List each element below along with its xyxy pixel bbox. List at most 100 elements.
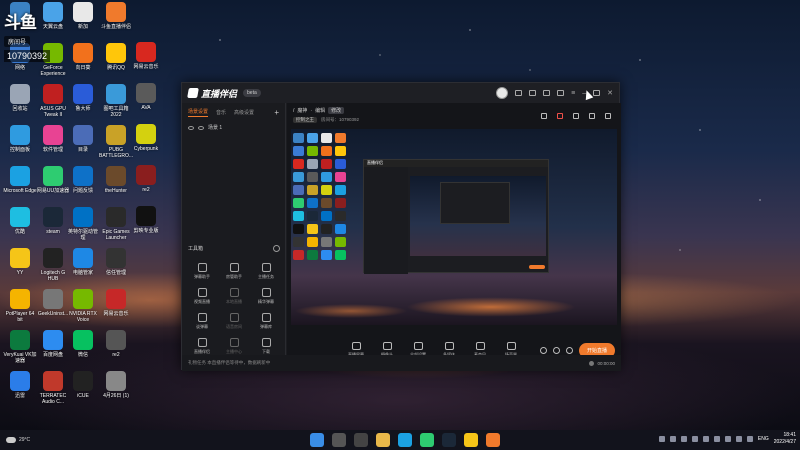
desktop-icon[interactable]: 4月26日 (1) xyxy=(99,371,133,399)
tool-item[interactable]: 主播任务 xyxy=(250,263,282,280)
window-titlebar[interactable]: 直播伴侣 beta ≡ – ✕ xyxy=(182,83,619,103)
toolbox-toggle-icon[interactable] xyxy=(273,245,280,252)
message-icon[interactable] xyxy=(529,90,537,96)
desktop-icon[interactable]: 斗鱼直播伴侣 xyxy=(99,2,133,30)
tab-advanced[interactable]: 高级设置 xyxy=(234,109,254,116)
tool-item[interactable]: 弹幕库 xyxy=(250,313,282,330)
tray-app-icon[interactable] xyxy=(713,436,720,442)
link-icon[interactable] xyxy=(605,113,611,119)
weather-widget[interactable]: 29°C xyxy=(6,437,30,443)
language-indicator[interactable]: ENG xyxy=(758,436,769,442)
share-icon[interactable] xyxy=(541,113,547,119)
desktop-icon[interactable]: 目录 xyxy=(66,125,100,153)
tool-item[interactable]: 主播中心 xyxy=(218,338,250,355)
desktop-icon[interactable]: YY xyxy=(3,248,37,276)
tray-chevron-icon[interactable] xyxy=(658,436,665,442)
desktop-icon[interactable]: 网易云音乐 xyxy=(99,289,133,317)
desktop-icon[interactable]: re2 xyxy=(129,165,163,193)
start-icon[interactable] xyxy=(310,433,324,447)
desktop-icon[interactable]: GeekUninst... xyxy=(36,289,70,317)
tool-item[interactable]: 房管助手 xyxy=(218,263,250,280)
desktop-icon[interactable]: iCUE xyxy=(66,371,100,399)
desktop-icon[interactable]: 控制面板 xyxy=(3,125,37,153)
steam-icon[interactable] xyxy=(442,433,456,447)
desktop-icon[interactable]: Epic Games Launcher xyxy=(99,207,133,241)
menu-icon[interactable]: ≡ xyxy=(571,90,575,97)
desktop-icon[interactable]: 优酷 xyxy=(3,207,37,235)
tool-item[interactable]: 谈弹幕 xyxy=(186,313,218,330)
desktop-icon[interactable]: NVIDIA RTX Voice xyxy=(66,289,100,323)
desktop-icon[interactable]: 回收站 xyxy=(3,84,37,112)
desktop-icon[interactable]: 问题反馈 xyxy=(66,166,100,194)
desktop-icon[interactable]: Microsoft Edge xyxy=(3,166,37,194)
desktop-icon[interactable]: Logitech G HUB xyxy=(36,248,70,282)
tray-app-icon[interactable] xyxy=(669,436,676,442)
desktop-icon[interactable]: 剪映专业版 xyxy=(129,206,163,234)
desktop-icon[interactable]: theHunter xyxy=(99,166,133,194)
clock[interactable]: 18:41 2022/4/27 xyxy=(774,432,796,446)
desktop-icon[interactable]: 信任管理 xyxy=(99,248,133,276)
tab-scene[interactable]: 场景设置 xyxy=(188,108,209,117)
fullscreen-icon[interactable] xyxy=(539,346,547,354)
eye-icon[interactable] xyxy=(188,125,194,130)
tool-item[interactable]: 弹幕助手 xyxy=(186,263,218,280)
user-avatar[interactable] xyxy=(496,87,509,99)
tab-music[interactable]: 音乐 xyxy=(216,109,226,116)
mail-icon[interactable] xyxy=(515,90,523,96)
record-icon[interactable] xyxy=(557,113,563,119)
desktop-icon[interactable]: PotPlayer 64 bit xyxy=(3,289,37,323)
eye-preview-icon[interactable] xyxy=(552,346,560,354)
tool-item[interactable]: 语音房间 xyxy=(218,313,250,330)
shirt-icon[interactable] xyxy=(557,90,565,96)
lock-icon[interactable] xyxy=(198,125,204,130)
tool-item[interactable]: 直播伴侣 xyxy=(186,338,218,355)
desktop-icon[interactable]: 图吧工具箱 2022 xyxy=(99,84,133,118)
desktop-icon[interactable]: 腾讯QQ xyxy=(99,43,133,71)
tool-item[interactable]: 本地直播 xyxy=(218,288,250,305)
desktop-icon[interactable]: 向日葵 xyxy=(66,43,100,71)
desktop-icon[interactable]: steam xyxy=(36,207,70,235)
screenshot-icon[interactable] xyxy=(573,113,579,119)
desktop-icon[interactable]: 电脑管家 xyxy=(66,248,100,276)
desktop-icon[interactable]: VeryKuai VK加速器 xyxy=(3,330,37,364)
desktop-icon[interactable]: 百度网盘 xyxy=(36,330,70,358)
desktop-icon[interactable]: 英特尔驱动管理 xyxy=(66,207,100,241)
file-explorer-icon[interactable] xyxy=(376,433,390,447)
desktop-icon[interactable]: 网易云音乐 xyxy=(129,42,163,70)
desktop-icon[interactable]: 迅雷 xyxy=(3,371,37,399)
desktop-icon[interactable]: 软件管理 xyxy=(36,125,70,153)
tray-app-icon[interactable] xyxy=(724,436,731,442)
gift-icon[interactable] xyxy=(543,90,551,96)
tool-item[interactable]: 视频直播 xyxy=(186,288,218,305)
version-badge[interactable]: beta xyxy=(243,89,261,97)
tray-app-icon[interactable] xyxy=(691,436,698,442)
edge-icon[interactable] xyxy=(398,433,412,447)
edit-badge[interactable]: 修改 xyxy=(328,107,345,114)
add-scene-icon[interactable]: + xyxy=(274,108,279,117)
breadcrumb-item[interactable]: 魔神 xyxy=(297,107,307,114)
tool-item[interactable]: 下载 xyxy=(250,338,282,355)
desktop-icon[interactable]: 网易UU加速器 xyxy=(36,166,70,194)
yy-icon[interactable] xyxy=(464,433,478,447)
desktop-icon[interactable]: re2 xyxy=(99,330,133,358)
desktop-icon[interactable]: Cyberpunk xyxy=(129,124,163,152)
task-view-icon[interactable] xyxy=(354,433,368,447)
desktop-icon[interactable]: 微信 xyxy=(66,330,100,358)
douyu-companion-icon[interactable] xyxy=(486,433,500,447)
desktop-icon[interactable]: PUBG BATTLEGRO... xyxy=(99,125,133,159)
tool-item[interactable]: 精华弹幕 xyxy=(250,288,282,305)
tray-app-icon[interactable] xyxy=(702,436,709,442)
maximize-icon[interactable] xyxy=(593,90,601,96)
bell-icon[interactable] xyxy=(589,113,595,119)
scene-item[interactable]: 场景 1 xyxy=(182,122,285,133)
desktop-icon[interactable]: ASUS GPU Tweak II xyxy=(36,84,70,118)
uu-accelerator-icon[interactable] xyxy=(420,433,434,447)
tray-app-icon[interactable] xyxy=(680,436,687,442)
desktop-icon[interactable]: 鲁大师 xyxy=(66,84,100,112)
search-icon[interactable] xyxy=(332,433,346,447)
network-icon[interactable] xyxy=(735,436,742,442)
category-pill[interactable]: 控制之王 xyxy=(293,117,317,123)
desktop-icon[interactable]: 新加 xyxy=(66,2,100,30)
desktop-icon[interactable]: TERRATEC Audio C... xyxy=(36,371,70,405)
volume-icon[interactable] xyxy=(746,436,753,442)
